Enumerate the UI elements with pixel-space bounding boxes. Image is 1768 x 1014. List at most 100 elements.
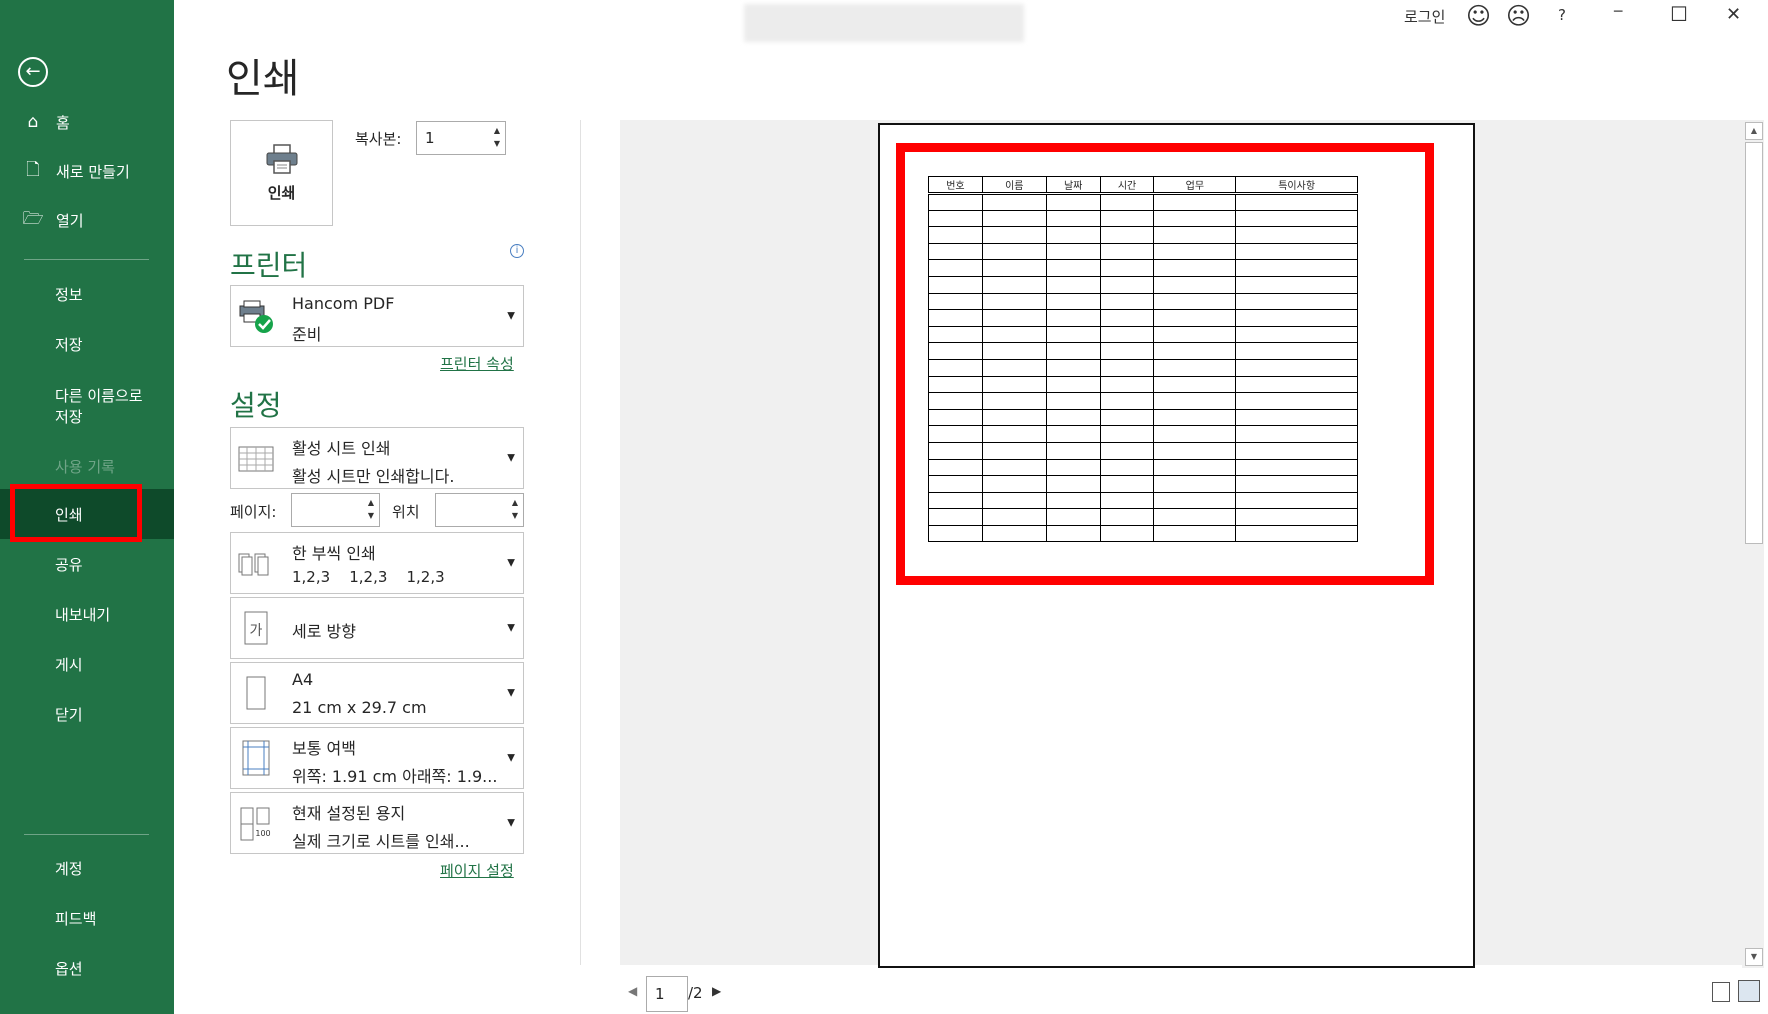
sidebar-separator	[24, 834, 149, 835]
chevron-down-icon: ▼	[507, 557, 515, 569]
page-setup-link[interactable]: 페이지 설정	[440, 860, 514, 881]
help-icon[interactable]: ?	[1558, 6, 1566, 24]
close-button[interactable]: ✕	[1726, 4, 1741, 25]
svg-text:가: 가	[250, 623, 263, 639]
collate-select[interactable]: 한 부씩 인쇄 1,2,3 1,2,3 1,2,3 ▼	[230, 532, 524, 594]
sidebar-item-options[interactable]: 옵션	[0, 956, 174, 980]
back-arrow-icon[interactable]: ←	[18, 57, 48, 87]
setting-line2: 활성 시트만 인쇄합니다.	[292, 467, 455, 486]
sidebar-item-label: 사용 기록	[55, 457, 115, 476]
sidebar-item-close[interactable]: 닫기	[0, 702, 174, 726]
title-bar: 로그인 ☺ ☹ ? ─ ☐ ✕	[174, 0, 1768, 42]
pane-divider	[580, 120, 581, 965]
sidebar-separator	[24, 259, 149, 260]
print-what-select[interactable]: 활성 시트 인쇄 활성 시트만 인쇄합니다. ▼	[230, 427, 524, 489]
printer-name: Hancom PDF	[292, 294, 395, 313]
document-title-blurred	[744, 4, 1024, 42]
printer-status: 준비	[292, 325, 322, 344]
printer-properties-link[interactable]: 프린터 속성	[440, 353, 514, 374]
sidebar-item-label: 저장	[55, 335, 83, 354]
setting-line1: 보통 여백	[292, 739, 356, 758]
sidebar-item-share[interactable]: 공유	[0, 552, 174, 576]
chevron-down-icon: ▼	[507, 687, 515, 699]
sidebar-item-history: 사용 기록	[0, 454, 174, 478]
chevron-down-icon: ▼	[507, 817, 515, 829]
setting-line1: 현재 설정된 용지	[292, 804, 406, 823]
portrait-orientation-icon: 가	[244, 611, 268, 645]
previous-page-icon[interactable]: ◀	[628, 984, 637, 998]
frown-feedback-icon[interactable]: ☹	[1506, 2, 1531, 30]
maximize-button[interactable]: ☐	[1670, 2, 1688, 26]
pages-label: 페이지:	[230, 503, 277, 521]
setting-line2: 21 cm x 29.7 cm	[292, 698, 427, 717]
margins-select[interactable]: 보통 여백 위쪽: 1.91 cm 아래쪽: 1.9... ▼	[230, 727, 524, 789]
margins-icon	[242, 740, 270, 776]
sidebar-item-label: 저장	[55, 408, 83, 426]
sidebar-item-label: 정보	[55, 285, 83, 304]
scroll-thumb[interactable]	[1745, 142, 1763, 544]
sidebar-item-label: 피드백	[55, 909, 97, 928]
copies-stepper[interactable]: 1 ▲ ▼	[416, 121, 506, 155]
chevron-down-icon: ▼	[507, 622, 515, 634]
sidebar-item-label: 닫기	[55, 705, 83, 724]
current-page-input[interactable]: 1	[646, 976, 688, 1012]
chevron-down-icon: ▼	[507, 752, 515, 764]
settings-section-title: 설정	[230, 389, 282, 422]
sidebar-item-label: 계정	[55, 859, 83, 878]
sidebar-item-open[interactable]: 🗁 열기	[0, 208, 174, 232]
scaling-select[interactable]: 100 현재 설정된 용지 실제 크기로 시트를 인쇄... ▼	[230, 792, 524, 854]
preview-highlight-box	[896, 143, 1434, 585]
sidebar-item-label: 홈	[56, 113, 70, 132]
sidebar-item-export[interactable]: 내보내기	[0, 602, 174, 626]
printer-section-title: 프린터	[230, 249, 308, 282]
info-icon[interactable]: i	[510, 244, 524, 258]
sidebar-item-feedback[interactable]: 피드백	[0, 906, 174, 930]
sidebar-item-label: 공유	[55, 555, 83, 574]
login-link[interactable]: 로그인	[1404, 6, 1445, 27]
scroll-up-arrow-icon[interactable]: ▲	[1745, 122, 1763, 140]
scroll-down-arrow-icon[interactable]: ▼	[1745, 948, 1763, 966]
paper-size-select[interactable]: A4 21 cm x 29.7 cm ▼	[230, 662, 524, 724]
sidebar-item-new[interactable]: 🗋 새로 만들기	[0, 159, 174, 183]
show-margins-icon[interactable]	[1712, 982, 1730, 1002]
stepper-arrows-icon[interactable]: ▲ ▼	[512, 496, 518, 522]
paper-size-icon	[246, 676, 266, 710]
active-sheet-icon	[238, 446, 274, 472]
sidebar-item-label: 새로 만들기	[56, 162, 130, 181]
svg-text:100: 100	[255, 829, 270, 838]
collated-icon	[238, 553, 269, 576]
stepper-arrows-icon[interactable]: ▲ ▼	[368, 496, 374, 522]
next-page-icon[interactable]: ▶	[712, 984, 721, 998]
setting-line2: 위쪽: 1.91 cm 아래쪽: 1.9...	[292, 767, 498, 786]
sidebar-item-info[interactable]: 정보	[0, 282, 174, 306]
printer-select[interactable]: Hancom PDF 준비 ▼	[230, 285, 524, 347]
print-button-label: 인쇄	[267, 183, 296, 202]
minimize-button[interactable]: ─	[1614, 4, 1622, 20]
printer-ready-icon	[239, 300, 273, 333]
orientation-select[interactable]: 가 세로 방향 ▼	[230, 597, 524, 659]
sidebar-item-save[interactable]: 저장	[0, 332, 174, 356]
position-label: 위치	[392, 503, 420, 521]
pages-to-stepper[interactable]: ▲ ▼	[435, 493, 524, 527]
home-icon: ⌂	[27, 112, 39, 132]
sidebar-item-account[interactable]: 계정	[0, 856, 174, 880]
pages-from-stepper[interactable]: ▲ ▼	[291, 493, 380, 527]
sidebar-item-home[interactable]: ⌂ 홈	[0, 110, 174, 134]
sidebar-item-publish[interactable]: 게시	[0, 652, 174, 676]
sidebar-item-save-as[interactable]: 다른 이름으로 저장	[0, 385, 174, 429]
setting-line1: 한 부씩 인쇄	[292, 544, 376, 563]
new-document-icon: 🗋	[26, 159, 40, 180]
stepper-arrows-icon[interactable]: ▲ ▼	[494, 124, 500, 150]
setting-line1: 활성 시트 인쇄	[292, 439, 391, 458]
print-button[interactable]: 인쇄	[230, 120, 333, 226]
sidebar-item-label: 옵션	[55, 959, 83, 978]
zoom-to-page-icon[interactable]	[1738, 980, 1760, 1002]
smile-feedback-icon[interactable]: ☺	[1466, 2, 1491, 30]
chevron-down-icon: ▼	[507, 452, 515, 464]
page-title: 인쇄	[226, 56, 300, 102]
copies-value: 1	[425, 129, 435, 147]
print-highlight-box	[10, 484, 142, 542]
open-folder-icon: 🗁	[22, 208, 44, 229]
sidebar-item-label: 내보내기	[55, 605, 111, 624]
setting-line2: 1,2,3 1,2,3 1,2,3	[292, 568, 445, 586]
